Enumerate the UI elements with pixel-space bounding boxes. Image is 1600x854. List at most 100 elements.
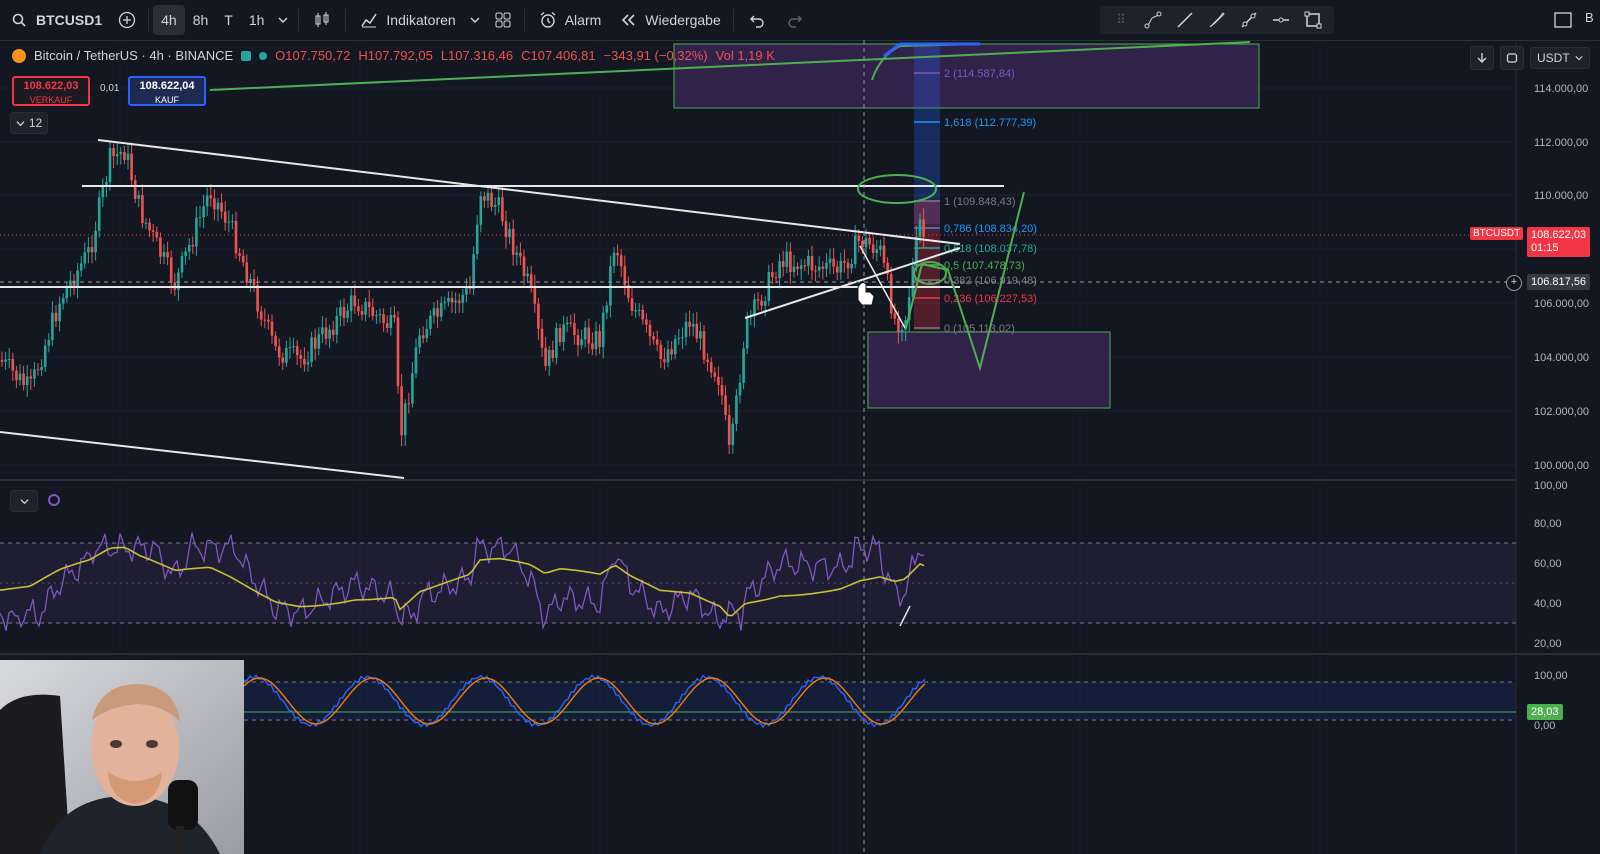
symbol-search[interactable]: BTCUSD1 <box>0 5 110 35</box>
candle-body <box>450 297 454 303</box>
candle-body <box>900 329 904 332</box>
candle-body <box>411 373 414 404</box>
candle-body <box>331 329 335 335</box>
alarm-button[interactable]: Alarm <box>529 5 610 35</box>
last-price: 108.622,03 <box>1531 229 1587 241</box>
candle-body <box>61 298 65 304</box>
candle-body <box>864 237 868 248</box>
interval-1h[interactable]: 1h <box>241 5 273 35</box>
candle-body <box>58 303 61 322</box>
legend-title[interactable]: Bitcoin / TetherUS · 4h · BINANCE <box>34 48 233 63</box>
candle-body <box>630 298 634 311</box>
rewind-icon <box>617 9 639 31</box>
candle-body <box>414 347 418 374</box>
rsi-axis: 100,00 80,00 60,00 40,00 20,00 <box>1534 480 1568 650</box>
drawing-toolbar: ⠿ <box>1100 6 1334 34</box>
candle-body <box>115 154 119 157</box>
candle-body <box>688 321 691 327</box>
stoch-axis: 100,00 0,00 <box>1534 670 1568 732</box>
chevron-down-icon[interactable] <box>272 9 294 31</box>
candle-body <box>850 263 853 269</box>
candle-body <box>756 299 760 301</box>
candle-body <box>324 327 328 339</box>
candle-body <box>33 369 36 379</box>
currency-select[interactable]: USDT <box>1530 47 1590 69</box>
candle-body <box>479 196 483 225</box>
candle-body <box>897 318 900 332</box>
scroll-down-button[interactable] <box>1470 46 1494 70</box>
demand-zone-box[interactable] <box>867 331 1111 409</box>
candle-body <box>544 347 547 366</box>
rsi-axis-label: 40,00 <box>1534 598 1562 610</box>
candle-body <box>576 335 580 346</box>
chevron-down-icon[interactable] <box>464 9 486 31</box>
spread-value: 0,01 <box>100 83 120 94</box>
window-icon[interactable] <box>1552 9 1574 31</box>
indicators-button[interactable]: Indikatoren <box>350 5 463 35</box>
add-symbol-icon[interactable] <box>116 9 138 31</box>
brush-icon[interactable] <box>1206 9 1228 31</box>
user-initial[interactable]: B <box>1585 10 1594 25</box>
search-icon <box>8 9 30 31</box>
fib-level-label: 0 (105.113,02) <box>944 323 1015 335</box>
interval-8h[interactable]: 8h <box>185 5 217 35</box>
candle-body <box>846 262 850 269</box>
legend-low: L107.316,46 <box>440 48 514 63</box>
candle-body <box>155 231 159 238</box>
drag-handle-icon[interactable]: ⠿ <box>1110 9 1132 31</box>
candle-body <box>295 346 299 356</box>
legend-volume: Vol 1,19 K <box>715 48 775 63</box>
bitcoin-logo-icon <box>12 48 26 63</box>
candle-body <box>591 343 594 350</box>
candle-body <box>421 335 425 339</box>
sell-button[interactable]: 108.622,03 VERKAUF <box>12 76 90 106</box>
sell-label: VERKAUF <box>29 95 73 105</box>
candle-body <box>580 339 583 346</box>
add-alert-plus-icon[interactable]: + <box>1506 275 1522 291</box>
stoch-value-tag: 28,03 <box>1527 704 1563 720</box>
candle-body <box>389 314 393 329</box>
candle-body <box>112 148 115 157</box>
candle-body <box>835 266 839 273</box>
interval-day[interactable]: T <box>216 5 241 35</box>
candle-body <box>724 395 727 416</box>
fib-level-label: 1,618 (112.777,39) <box>944 117 1036 129</box>
trend-line-descending[interactable] <box>97 139 961 245</box>
replay-button[interactable]: Wiedergabe <box>609 5 729 35</box>
candle-body <box>79 263 83 271</box>
candle-body <box>0 360 4 362</box>
layout-grid-icon[interactable] <box>492 9 514 31</box>
price-axis-label: 110.000,00 <box>1534 190 1588 202</box>
horizontal-line-icon[interactable] <box>1270 9 1292 31</box>
redo-icon[interactable] <box>784 9 806 31</box>
candle-body <box>493 205 497 207</box>
rectangle-tool-icon[interactable] <box>1302 9 1324 31</box>
candle-body <box>51 312 54 341</box>
candle-body <box>612 252 616 267</box>
channel-bottom-line[interactable] <box>0 431 405 479</box>
path-tool-icon[interactable] <box>1142 9 1164 31</box>
candle-body <box>922 219 925 237</box>
candle-body <box>187 245 191 252</box>
rsi-collapse-button[interactable] <box>10 490 38 512</box>
candle-body <box>238 253 241 256</box>
buy-label: KAUF <box>154 95 179 105</box>
candles-icon[interactable] <box>311 9 333 31</box>
trend-line-icon[interactable] <box>1174 9 1196 31</box>
candle-body <box>299 355 303 359</box>
symbol-label: BTCUSD1 <box>36 12 103 28</box>
candle-body <box>259 311 263 320</box>
reset-chart-button[interactable] <box>1500 46 1524 70</box>
ray-tool-icon[interactable] <box>1238 9 1260 31</box>
interval-4h[interactable]: 4h <box>153 5 185 35</box>
indicators-collapse-button[interactable]: 12 <box>10 112 48 134</box>
undo-icon[interactable] <box>746 9 768 31</box>
candle-body <box>342 306 346 318</box>
candle-body <box>90 247 94 253</box>
candle-body <box>234 220 238 254</box>
candle-body <box>303 358 306 365</box>
candle-body <box>702 331 706 360</box>
candle-body <box>893 313 897 319</box>
buy-button[interactable]: 108.622,04 KAUF <box>128 76 206 106</box>
candle-body <box>213 198 216 210</box>
